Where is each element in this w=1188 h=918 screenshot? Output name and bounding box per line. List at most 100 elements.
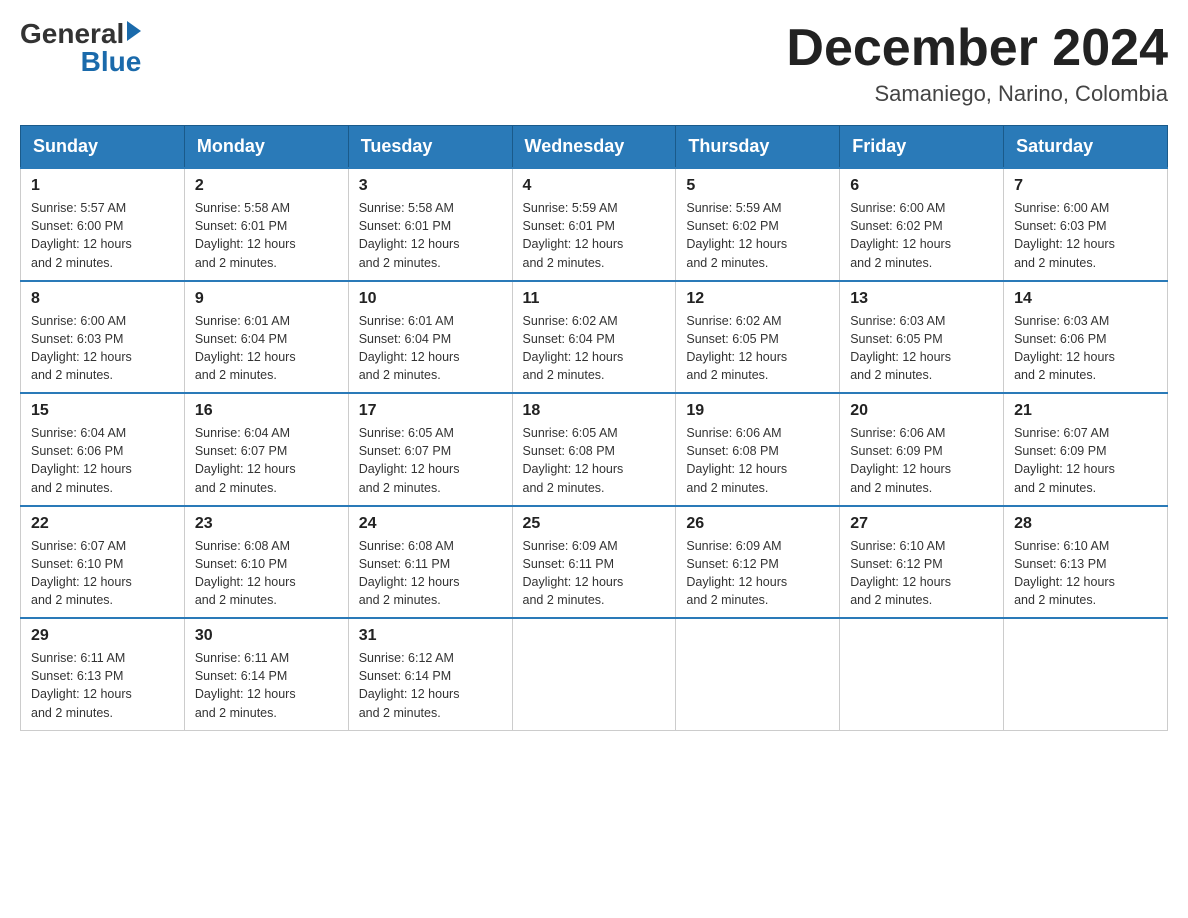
day-info: Sunrise: 6:05 AMSunset: 6:08 PMDaylight:… [523, 424, 666, 497]
day-info: Sunrise: 6:09 AMSunset: 6:12 PMDaylight:… [686, 537, 829, 610]
week-row-3: 15Sunrise: 6:04 AMSunset: 6:06 PMDayligh… [21, 393, 1168, 506]
day-number: 25 [523, 515, 666, 533]
day-info: Sunrise: 5:59 AMSunset: 6:01 PMDaylight:… [523, 199, 666, 272]
calendar-cell: 29Sunrise: 6:11 AMSunset: 6:13 PMDayligh… [21, 618, 185, 730]
day-number: 9 [195, 290, 338, 308]
calendar-cell: 19 Sunrise: 6:06 AMSunset: 6:08 PMDayligh… [676, 393, 840, 506]
day-number: 7 [1014, 177, 1157, 195]
week-row-2: 8 Sunrise: 6:00 AMSunset: 6:03 PMDaylight… [21, 281, 1168, 394]
calendar-cell: 3 Sunrise: 5:58 AMSunset: 6:01 PMDaylight… [348, 168, 512, 281]
day-number: 26 [686, 515, 829, 533]
day-info: Sunrise: 6:05 AMSunset: 6:07 PMDaylight:… [359, 424, 502, 497]
day-number: 14 [1014, 290, 1157, 308]
calendar-cell: 11 Sunrise: 6:02 AMSunset: 6:04 PMDayligh… [512, 281, 676, 394]
day-info: Sunrise: 6:04 AMSunset: 6:07 PMDaylight:… [195, 424, 338, 497]
day-number: 17 [359, 402, 502, 420]
day-number: 10 [359, 290, 502, 308]
calendar-cell: 24Sunrise: 6:08 AMSunset: 6:11 PMDayligh… [348, 506, 512, 619]
calendar-cell: 21Sunrise: 6:07 AMSunset: 6:09 PMDayligh… [1004, 393, 1168, 506]
day-number: 31 [359, 627, 502, 645]
day-number: 3 [359, 177, 502, 195]
day-info: Sunrise: 6:07 AMSunset: 6:09 PMDaylight:… [1014, 424, 1157, 497]
calendar-cell [840, 618, 1004, 730]
day-info: Sunrise: 6:09 AMSunset: 6:11 PMDaylight:… [523, 537, 666, 610]
logo-arrow-icon [127, 21, 141, 41]
day-info: Sunrise: 6:02 AMSunset: 6:04 PMDaylight:… [523, 312, 666, 385]
day-info: Sunrise: 5:58 AMSunset: 6:01 PMDaylight:… [195, 199, 338, 272]
day-info: Sunrise: 6:04 AMSunset: 6:06 PMDaylight:… [31, 424, 174, 497]
calendar-cell [676, 618, 840, 730]
day-info: Sunrise: 6:10 AMSunset: 6:13 PMDaylight:… [1014, 537, 1157, 610]
day-info: Sunrise: 6:11 AMSunset: 6:14 PMDaylight:… [195, 649, 338, 722]
calendar-cell: 7Sunrise: 6:00 AMSunset: 6:03 PMDaylight… [1004, 168, 1168, 281]
day-number: 2 [195, 177, 338, 195]
day-info: Sunrise: 6:00 AMSunset: 6:03 PMDaylight:… [31, 312, 174, 385]
day-number: 13 [850, 290, 993, 308]
day-number: 19 [686, 402, 829, 420]
day-info: Sunrise: 6:06 AMSunset: 6:09 PMDaylight:… [850, 424, 993, 497]
calendar-cell: 16 Sunrise: 6:04 AMSunset: 6:07 PMDayligh… [184, 393, 348, 506]
calendar-cell: 20 Sunrise: 6:06 AMSunset: 6:09 PMDayligh… [840, 393, 1004, 506]
day-number: 8 [31, 290, 174, 308]
day-info: Sunrise: 6:07 AMSunset: 6:10 PMDaylight:… [31, 537, 174, 610]
day-info: Sunrise: 6:01 AMSunset: 6:04 PMDaylight:… [359, 312, 502, 385]
calendar-cell: 10 Sunrise: 6:01 AMSunset: 6:04 PMDayligh… [348, 281, 512, 394]
calendar-cell: 22 Sunrise: 6:07 AMSunset: 6:10 PMDayligh… [21, 506, 185, 619]
day-number: 5 [686, 177, 829, 195]
calendar-cell [512, 618, 676, 730]
day-number: 6 [850, 177, 993, 195]
header-friday: Friday [840, 126, 1004, 169]
day-info: Sunrise: 6:12 AMSunset: 6:14 PMDaylight:… [359, 649, 502, 722]
day-info: Sunrise: 5:58 AMSunset: 6:01 PMDaylight:… [359, 199, 502, 272]
day-number: 18 [523, 402, 666, 420]
header-sunday: Sunday [21, 126, 185, 169]
calendar-cell: 25 Sunrise: 6:09 AMSunset: 6:11 PMDayligh… [512, 506, 676, 619]
calendar-cell: 12Sunrise: 6:02 AMSunset: 6:05 PMDayligh… [676, 281, 840, 394]
calendar-title: December 2024 [786, 20, 1168, 77]
day-info: Sunrise: 5:57 AMSunset: 6:00 PMDaylight:… [31, 199, 174, 272]
day-number: 1 [31, 177, 174, 195]
day-info: Sunrise: 5:59 AMSunset: 6:02 PMDaylight:… [686, 199, 829, 272]
calendar-cell: 14 Sunrise: 6:03 AMSunset: 6:06 PMDayligh… [1004, 281, 1168, 394]
logo: General Blue [20, 20, 141, 76]
week-row-4: 22 Sunrise: 6:07 AMSunset: 6:10 PMDayligh… [21, 506, 1168, 619]
calendar-cell: 1 Sunrise: 5:57 AMSunset: 6:00 PMDaylight… [21, 168, 185, 281]
calendar-cell: 30 Sunrise: 6:11 AMSunset: 6:14 PMDayligh… [184, 618, 348, 730]
day-number: 12 [686, 290, 829, 308]
day-info: Sunrise: 6:06 AMSunset: 6:08 PMDaylight:… [686, 424, 829, 497]
page-header: General Blue December 2024 Samaniego, Na… [20, 20, 1168, 107]
day-number: 16 [195, 402, 338, 420]
day-info: Sunrise: 6:03 AMSunset: 6:05 PMDaylight:… [850, 312, 993, 385]
calendar-cell: 5 Sunrise: 5:59 AMSunset: 6:02 PMDaylight… [676, 168, 840, 281]
day-info: Sunrise: 6:08 AMSunset: 6:10 PMDaylight:… [195, 537, 338, 610]
calendar-cell: 17 Sunrise: 6:05 AMSunset: 6:07 PMDayligh… [348, 393, 512, 506]
day-number: 27 [850, 515, 993, 533]
calendar-table: SundayMondayTuesdayWednesdayThursdayFrid… [20, 125, 1168, 731]
header-saturday: Saturday [1004, 126, 1168, 169]
day-info: Sunrise: 6:03 AMSunset: 6:06 PMDaylight:… [1014, 312, 1157, 385]
header-tuesday: Tuesday [348, 126, 512, 169]
week-row-5: 29Sunrise: 6:11 AMSunset: 6:13 PMDayligh… [21, 618, 1168, 730]
calendar-cell: 13 Sunrise: 6:03 AMSunset: 6:05 PMDayligh… [840, 281, 1004, 394]
day-number: 30 [195, 627, 338, 645]
day-number: 29 [31, 627, 174, 645]
header-monday: Monday [184, 126, 348, 169]
calendar-cell: 2 Sunrise: 5:58 AMSunset: 6:01 PMDaylight… [184, 168, 348, 281]
day-number: 11 [523, 290, 666, 308]
day-number: 20 [850, 402, 993, 420]
header-row: SundayMondayTuesdayWednesdayThursdayFrid… [21, 126, 1168, 169]
calendar-cell: 6Sunrise: 6:00 AMSunset: 6:02 PMDaylight… [840, 168, 1004, 281]
day-number: 22 [31, 515, 174, 533]
header-wednesday: Wednesday [512, 126, 676, 169]
calendar-cell: 26 Sunrise: 6:09 AMSunset: 6:12 PMDayligh… [676, 506, 840, 619]
day-number: 24 [359, 515, 502, 533]
day-info: Sunrise: 6:10 AMSunset: 6:12 PMDaylight:… [850, 537, 993, 610]
calendar-cell: 9 Sunrise: 6:01 AMSunset: 6:04 PMDaylight… [184, 281, 348, 394]
day-info: Sunrise: 6:01 AMSunset: 6:04 PMDaylight:… [195, 312, 338, 385]
week-row-1: 1 Sunrise: 5:57 AMSunset: 6:00 PMDaylight… [21, 168, 1168, 281]
day-number: 4 [523, 177, 666, 195]
calendar-cell: 28Sunrise: 6:10 AMSunset: 6:13 PMDayligh… [1004, 506, 1168, 619]
title-section: December 2024 Samaniego, Narino, Colombi… [786, 20, 1168, 107]
calendar-cell: 31 Sunrise: 6:12 AMSunset: 6:14 PMDayligh… [348, 618, 512, 730]
calendar-cell [1004, 618, 1168, 730]
